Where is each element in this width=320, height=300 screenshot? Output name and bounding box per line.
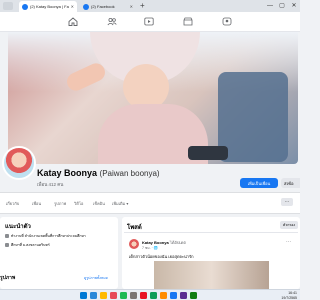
tab-checkins[interactable]: เช็คอิน [93, 200, 105, 207]
briefcase-icon [5, 234, 9, 238]
facebook-top-nav [0, 12, 300, 32]
tab-search-button[interactable] [3, 2, 13, 10]
tab-about[interactable]: เกี่ยวกับ [6, 200, 19, 207]
windows-taskbar: 16:41 19/7/2565 [0, 289, 300, 300]
taskbar-app-icon[interactable] [140, 292, 147, 299]
cover-bottle [188, 146, 228, 160]
intro-work: ทำงานที่ สำนักงานเขตพื้นที่การศึกษาประถม… [5, 233, 86, 239]
post-text: เด็กสาวตัวน้อยของฉัน เธอสุดจะน่ารัก [129, 254, 194, 259]
tab-friends[interactable]: เพื่อน [32, 200, 41, 207]
tab-katay-profile[interactable]: (2) Katay Boonya | Facebook ✕ [19, 1, 77, 12]
taskbar-app-icon[interactable] [120, 292, 127, 299]
profile-name: Katay Boonya (Paiwan boonya) [37, 168, 160, 178]
photos-heading: รูปภาพ [0, 275, 16, 281]
browser-window: (2) Katay Boonya | Facebook ✕ (2) Facebo… [0, 0, 300, 300]
taskbar-app-icon[interactable] [180, 292, 187, 299]
add-friend-label: เพิ่มเป็นเพื่อน [247, 180, 271, 186]
home-icon[interactable] [68, 17, 78, 26]
intro-title: แนะนำตัว [5, 224, 31, 230]
tab-videos[interactable]: วิดีโอ [74, 200, 83, 207]
groups-icon[interactable] [222, 17, 232, 26]
tab-strip: (2) Katay Boonya | Facebook ✕ (2) Facebo… [0, 0, 300, 12]
post-update-text: ได้อัปเดต [169, 240, 186, 245]
post-options-button[interactable]: ··· [286, 239, 291, 245]
intro-work-text: ทำงานที่ สำนักงานเขตพื้นที่การศึกษาประถม… [11, 234, 86, 238]
intro-education-text: ศึกษาที่ ม.สงขลานครินทร์ [11, 243, 50, 247]
maximize-button[interactable]: ▢ [276, 0, 288, 12]
intro-education: ศึกษาที่ ม.สงขลานครินทร์ [5, 242, 50, 248]
profile-avatar[interactable] [2, 146, 36, 180]
cover-chair [218, 72, 288, 162]
message-label: ส่งข้อ [284, 180, 294, 186]
close-window-button[interactable]: ✕ [288, 0, 300, 12]
system-clock[interactable]: 16:41 19/7/2565 [281, 291, 297, 300]
profile-tabs: เกี่ยวกับ เพื่อน รูปภาพ วิดีโอ เช็คอิน เ… [0, 192, 300, 214]
post-author-avatar[interactable] [129, 239, 139, 249]
post-image[interactable] [154, 261, 269, 290]
tab-title: (2) Facebook [91, 4, 115, 9]
profile-alt-name: (Paiwan boonya) [99, 169, 160, 178]
more-options-button[interactable]: ··· [281, 198, 293, 206]
taskbar-app-icon[interactable] [150, 292, 157, 299]
taskbar-app-icon[interactable] [170, 292, 177, 299]
cover-photo[interactable] [8, 32, 298, 164]
profile-name-text: Katay Boonya [37, 168, 98, 178]
taskbar-app-icon[interactable] [100, 292, 107, 299]
posts-title: โพสต์ [127, 225, 142, 231]
tab-photos[interactable]: รูปภาพ [54, 200, 66, 207]
tab-facebook[interactable]: (2) Facebook ✕ [80, 1, 136, 12]
taskbar-app-icon[interactable] [130, 292, 137, 299]
post-time[interactable]: 7 ชม. · 🌐 [142, 245, 158, 251]
close-tab-icon[interactable]: ✕ [130, 4, 133, 9]
add-friend-button[interactable]: เพิ่มเป็นเพื่อน [240, 178, 278, 188]
taskbar-app-icon[interactable] [110, 292, 117, 299]
watch-icon[interactable] [144, 17, 154, 26]
new-tab-button[interactable]: + [140, 1, 145, 11]
filters-button[interactable]: ตัวกรอง [280, 221, 299, 229]
taskbar-app-icon[interactable] [90, 292, 97, 299]
graduation-cap-icon [5, 243, 9, 247]
friends-count[interactable]: เพื่อน 412 คน [37, 181, 63, 188]
tab-title: (2) Katay Boonya | Facebook [30, 4, 69, 9]
marketplace-icon[interactable] [183, 17, 193, 26]
see-all-photos-link[interactable]: ดูรูปภาพทั้งหมด [84, 275, 108, 281]
window-controls: — ▢ ✕ [264, 0, 300, 12]
post: Katay Boonya ได้อัปเดต 7 ชม. · 🌐 ··· เด็… [124, 232, 298, 290]
taskbar-app-icon[interactable] [160, 292, 167, 299]
clock-date: 19/7/2565 [281, 295, 297, 300]
taskbar-app-icon[interactable] [80, 292, 87, 299]
friends-icon[interactable] [107, 17, 117, 26]
taskbar-app-icon[interactable] [190, 292, 197, 299]
message-button[interactable]: ส่งข้อ [281, 178, 300, 188]
tab-more[interactable]: เพิ่มเติม ▾ [112, 200, 128, 207]
facebook-favicon-icon [83, 3, 89, 10]
close-tab-icon[interactable]: ✕ [71, 4, 74, 9]
minimize-button[interactable]: — [264, 0, 276, 12]
facebook-favicon-icon [22, 3, 28, 10]
